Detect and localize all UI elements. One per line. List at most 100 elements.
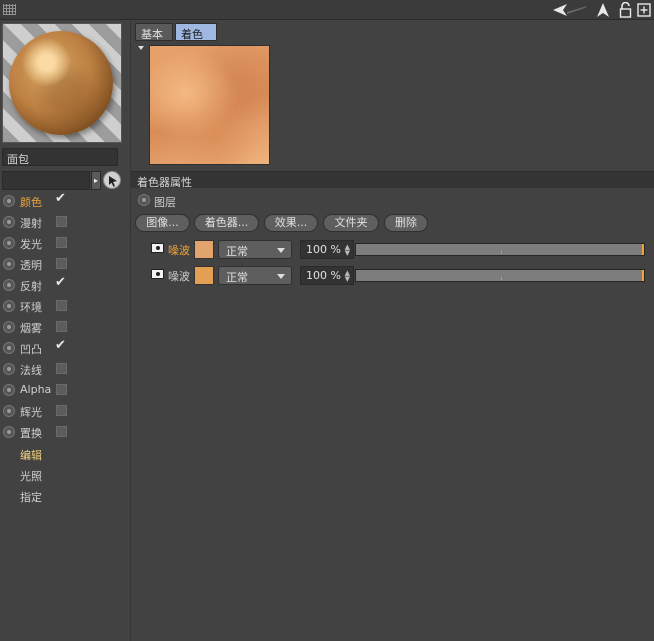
sidebar-item[interactable]: 编辑 (20, 447, 42, 463)
opacity-slider[interactable] (355, 269, 645, 282)
layer-name[interactable]: 噪波 (168, 268, 190, 284)
channel-checkbox[interactable] (56, 216, 67, 227)
channel-row[interactable]: 颜色 ✔ (0, 191, 128, 211)
channel-label: 透明 (20, 259, 42, 272)
blend-mode-value: 正常 (226, 271, 248, 284)
channel-row[interactable]: 环境 (0, 296, 128, 316)
slider-handle[interactable] (642, 244, 644, 255)
checkmark-icon[interactable]: ✔ (55, 192, 66, 205)
collapse-triangle-icon[interactable] (138, 46, 144, 50)
layer-row[interactable]: 噪波 正常 100 % ▲ ▼ (149, 239, 649, 261)
channel-label: 法线 (20, 364, 42, 377)
channel-radio[interactable] (3, 363, 15, 375)
panel-toolbar (0, 0, 654, 20)
layer-swatch[interactable] (194, 266, 214, 285)
opacity-value: 100 % (306, 269, 341, 282)
channel-checkbox[interactable] (56, 384, 67, 395)
channel-row[interactable]: 烟雾 (0, 317, 128, 337)
channel-radio[interactable] (3, 426, 15, 438)
channel-row[interactable]: 漫射 (0, 212, 128, 232)
grip-icon[interactable] (3, 4, 16, 15)
sphere-preview (9, 31, 113, 135)
channel-row[interactable]: 发光 (0, 233, 128, 253)
channel-row[interactable]: 法线 (0, 359, 128, 379)
channel-checkbox[interactable] (56, 321, 67, 332)
channel-label: Alpha (20, 383, 52, 396)
layer-radio[interactable] (138, 194, 150, 206)
link-arrow-button[interactable]: ▸ (91, 171, 101, 190)
channel-checkbox[interactable] (56, 426, 67, 437)
delete-button[interactable]: 删除 (384, 214, 428, 232)
opacity-value: 100 % (306, 243, 341, 256)
channel-panel: 面包 ▸ 颜色 ✔ 漫射发光透明反射 ✔ 环境 烟雾凹凸 ✔ 法线 Alpha 辉光置换 编辑光照… (0, 21, 128, 641)
back-arrow-icon[interactable] (552, 2, 588, 18)
tab-basic[interactable]: 基本 (135, 23, 173, 41)
folder-button[interactable]: 文件夹 (323, 214, 379, 232)
channel-label: 漫射 (20, 217, 42, 230)
channel-row[interactable]: 凹凸 ✔ (0, 338, 128, 358)
channel-radio[interactable] (3, 384, 15, 396)
channel-label: 辉光 (20, 406, 42, 419)
slider-handle[interactable] (642, 270, 644, 281)
channel-radio[interactable] (3, 342, 15, 354)
sidebar-item[interactable]: 指定 (20, 489, 42, 505)
up-arrow-icon[interactable] (596, 2, 610, 18)
new-panel-icon[interactable] (637, 2, 651, 18)
opacity-field[interactable]: 100 % ▲ ▼ (300, 240, 354, 259)
layer-label: 图层 (154, 196, 176, 209)
link-field[interactable] (2, 171, 90, 190)
tab-shader[interactable]: 着色器 (175, 23, 217, 57)
channel-row[interactable]: 反射 ✔ (0, 275, 128, 295)
channel-checkbox[interactable] (56, 258, 67, 269)
blend-mode-select[interactable]: 正常 (218, 240, 292, 259)
pick-cursor-icon[interactable] (103, 171, 121, 189)
opacity-field[interactable]: 100 % ▲ ▼ (300, 266, 354, 285)
section-title: 着色器属性 (137, 176, 192, 189)
shader-button[interactable]: 着色器... (194, 214, 259, 232)
opacity-slider[interactable] (355, 243, 645, 256)
channel-row[interactable]: Alpha (0, 380, 128, 400)
spinner-icon[interactable]: ▲ ▼ (345, 244, 350, 257)
channel-radio[interactable] (3, 300, 15, 312)
channel-label: 颜色 (20, 196, 42, 209)
section-header: 着色器属性 (131, 171, 654, 189)
eye-icon[interactable] (151, 269, 164, 279)
eye-icon[interactable] (151, 243, 164, 253)
channel-row[interactable]: 辉光 (0, 401, 128, 421)
slider-tick (501, 251, 502, 254)
channel-checkbox[interactable] (56, 363, 67, 374)
channel-radio[interactable] (3, 258, 15, 270)
sidebar-item[interactable]: 光照 (20, 468, 42, 484)
channel-checkbox[interactable] (56, 300, 67, 311)
channel-radio[interactable] (3, 216, 15, 228)
channel-checkbox[interactable] (56, 405, 67, 416)
channel-label: 凹凸 (20, 343, 42, 356)
image-button[interactable]: 图像... (135, 214, 190, 232)
material-preview[interactable] (2, 23, 122, 143)
channel-label: 发光 (20, 238, 42, 251)
lock-icon[interactable] (619, 2, 632, 18)
channel-row[interactable]: 置换 (0, 422, 128, 442)
channel-label: 置换 (20, 427, 42, 440)
channel-radio[interactable] (3, 279, 15, 291)
channel-radio[interactable] (3, 405, 15, 417)
material-name-field[interactable]: 面包 (2, 148, 118, 166)
channel-label: 反射 (20, 280, 42, 293)
channel-checkbox[interactable] (56, 237, 67, 248)
channel-radio[interactable] (3, 195, 15, 207)
channel-radio[interactable] (3, 237, 15, 249)
channel-row[interactable]: 透明 (0, 254, 128, 274)
blend-mode-value: 正常 (226, 245, 248, 258)
spinner-icon[interactable]: ▲ ▼ (345, 270, 350, 283)
checkmark-icon[interactable]: ✔ (55, 339, 66, 352)
shader-panel: 基本 着色器 着色器属性 图层 图像... 着色器... 效果... 文件夹 删… (130, 21, 654, 641)
channel-radio[interactable] (3, 321, 15, 333)
layer-name[interactable]: 噪波 (168, 242, 190, 258)
layer-row[interactable]: 噪波 正常 100 % ▲ ▼ (149, 265, 649, 287)
texture-preview[interactable] (149, 45, 270, 165)
slider-fill (356, 244, 644, 255)
layer-swatch[interactable] (194, 240, 214, 259)
checkmark-icon[interactable]: ✔ (55, 276, 66, 289)
effect-button[interactable]: 效果... (264, 214, 318, 232)
blend-mode-select[interactable]: 正常 (218, 266, 292, 285)
